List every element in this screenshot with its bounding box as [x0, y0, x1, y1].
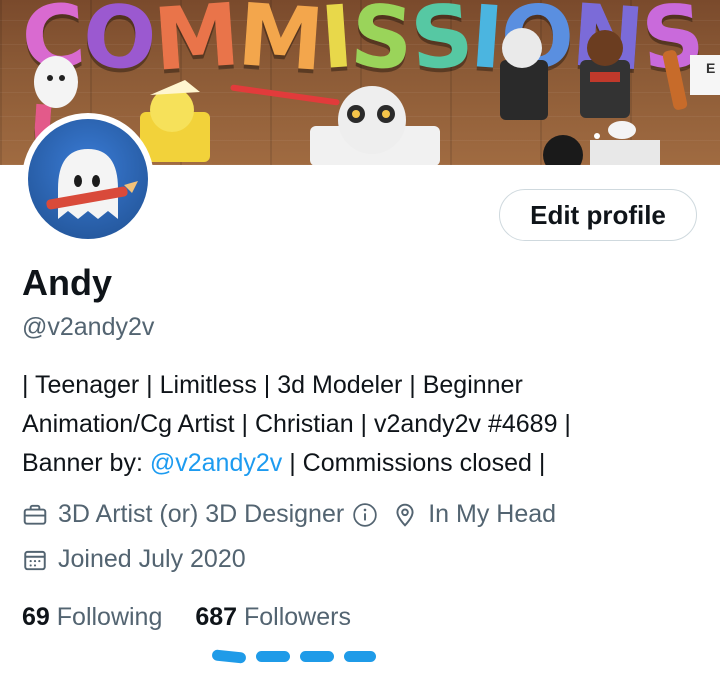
following-count: 69 — [22, 603, 50, 631]
banner-artist-mention-link[interactable]: @v2andy2v — [150, 449, 282, 477]
annotation-dash — [211, 649, 247, 664]
briefcase-icon — [23, 504, 47, 525]
profile-name: Andy — [22, 262, 112, 303]
annotation-dash — [256, 651, 290, 662]
profile-location: In My Head — [428, 500, 557, 528]
annotation-dash — [300, 651, 334, 662]
profile-joined-date: Joined July 2020 — [58, 545, 246, 573]
avatar-image — [28, 119, 148, 239]
profile-meta-row: 3D Artist (or) 3D Designer In My Head — [22, 500, 556, 529]
edit-profile-button[interactable]: Edit profile — [499, 189, 697, 241]
info-icon[interactable] — [352, 502, 378, 528]
followers-label: Followers — [244, 603, 351, 631]
calendar-icon — [24, 550, 46, 570]
profile-category: 3D Artist (or) 3D Designer — [58, 500, 345, 528]
bio-line: Animation/Cg Artist | Christian | v2andy… — [22, 410, 571, 438]
location-pin-icon — [396, 503, 414, 527]
bio-text: Banner by: — [22, 449, 150, 477]
following-link[interactable]: 69 Following — [22, 603, 162, 631]
bio-text: | Commissions closed | — [282, 449, 546, 477]
banner-note: E — [706, 60, 716, 76]
profile-bio: | Teenager | Limitless | 3d Modeler | Be… — [22, 366, 702, 483]
ghost-avatar-art — [46, 149, 138, 219]
bio-line: Banner by: @v2andy2v | Commissions close… — [22, 444, 702, 483]
avatar[interactable] — [22, 113, 154, 245]
annotation-dash — [344, 651, 376, 662]
followers-count: 687 — [195, 603, 238, 631]
following-label: Following — [56, 603, 163, 631]
profile-joined-row: Joined July 2020 — [22, 545, 246, 574]
followers-link[interactable]: 687 Followers — [195, 603, 351, 631]
profile-handle: @v2andy2v — [22, 313, 155, 341]
follow-counts: 69 Following 687 Followers — [22, 603, 351, 632]
bio-line: | Teenager | Limitless | 3d Modeler | Be… — [22, 371, 523, 399]
